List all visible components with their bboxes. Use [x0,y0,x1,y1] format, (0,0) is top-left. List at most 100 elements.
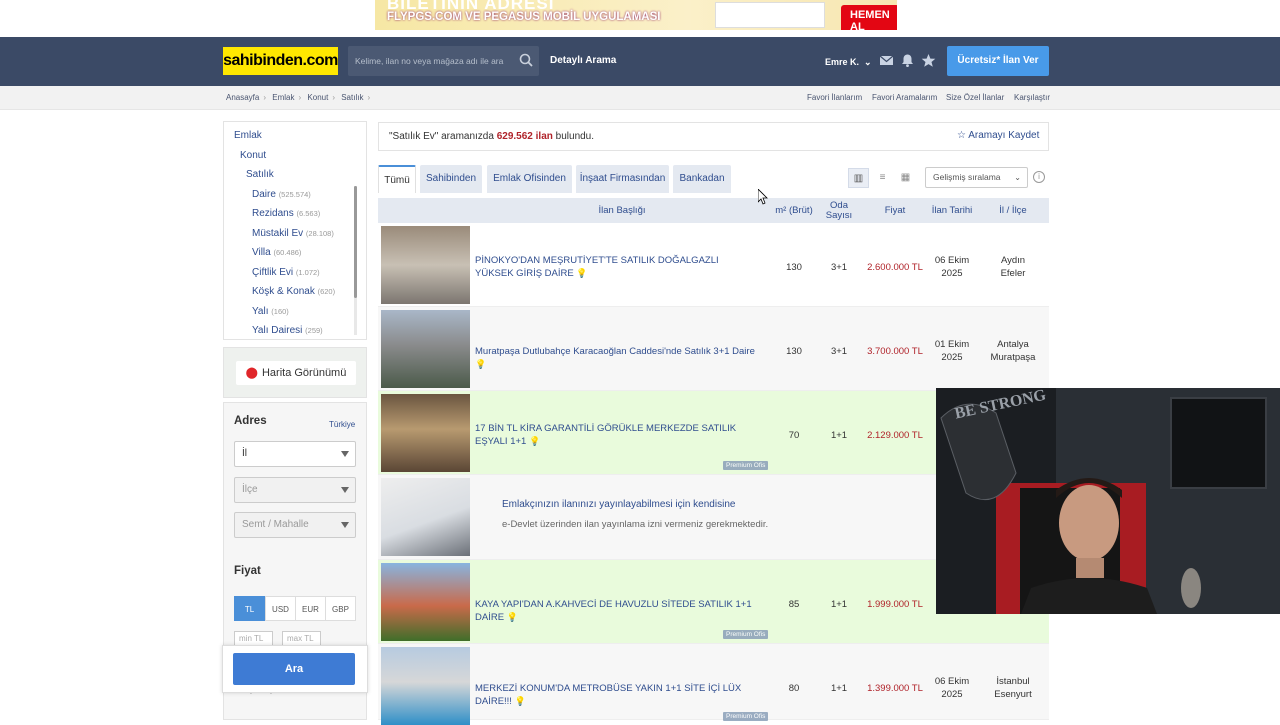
category-item[interactable]: Yalı (160) [252,306,289,317]
header-m2[interactable]: m² (Brüt) [774,198,814,223]
listing-photo[interactable] [381,394,470,472]
category-item[interactable]: Villa (60.486) [252,247,301,258]
special-listings-link[interactable]: Size Özel İlanlar [946,93,1004,102]
header-location[interactable]: İl / İlçe [978,198,1048,223]
listing-m2: 80 [788,683,800,694]
location-city: Aydın [1000,255,1026,266]
table-row[interactable]: MERKEZİ KONUM'DA METROBÜSE YAKIN 1+1 SİT… [378,644,1049,725]
dropdown-arrow-icon [341,522,349,528]
sort-select[interactable]: Gelişmiş sıralama ⌄ [925,167,1028,188]
ad-banner[interactable]: BİLETİNİN ADRESİ FLYPGS.COM VE PEGASUS M… [375,0,897,30]
listing-location: İstanbul Esenyurt [978,675,1048,701]
location-city: Antalya [997,339,1029,350]
tab-builder[interactable]: İnşaat Firmasından [576,165,669,193]
district-select[interactable]: İlçe [234,477,356,503]
listing-title[interactable]: 17 BİN TL KİRA GARANTİLİ GÖRÜKLE MERKEZD… [475,422,757,448]
category-item[interactable]: Köşk & Konak (620) [252,286,335,297]
tab-bank[interactable]: Bankadan [673,165,731,193]
breadcrumb-satilik[interactable]: Satılık [341,93,363,102]
listing-photo[interactable] [381,226,470,304]
tab-agency[interactable]: Emlak Ofisinden [487,165,572,193]
province-select[interactable]: İl [234,441,356,467]
compare-link[interactable]: Karşılaştır [1014,93,1050,102]
detailed-search-link[interactable]: Detaylı Arama [550,55,616,66]
grid-view-icon[interactable]: ▦ [895,168,916,188]
table-row[interactable]: Muratpaşa Dutlubahçe Karacaoğlan Caddesi… [378,307,1049,391]
favorite-searches-link[interactable]: Favori Aramalarım [872,93,937,102]
category-item[interactable]: Yalı Dairesi (259) [252,325,323,336]
listing-title[interactable]: KAYA YAPI'DAN A.KAHVECİ DE HAVUZLU SİTED… [475,598,757,624]
currency-tl[interactable]: TL [234,596,265,621]
listing-location: Aydın Efeler [978,254,1048,280]
banner-cta-button[interactable]: HEMEN AL [841,5,897,30]
header-price[interactable]: Fiyat [864,198,926,223]
mouse-cursor-icon [758,189,768,205]
save-search-button[interactable]: ☆ Aramayı Kaydet [957,130,1039,141]
listing-title[interactable]: Muratpaşa Dutlubahçe Karacaoğlan Caddesi… [475,345,757,371]
category-item[interactable]: Rezidans (6.563) [252,208,320,219]
currency-eur[interactable]: EUR [295,596,326,621]
listing-title[interactable]: PİNOKYO'DAN MEŞRUTİYET'TE SATILIK DOĞALG… [475,254,757,280]
currency-usd[interactable]: USD [265,596,296,621]
address-label: Adres [234,415,267,427]
premium-badge: Premium Ofis [723,461,769,470]
lightbulb-icon: 💡 [528,436,541,446]
tab-all[interactable]: Tümü [378,165,416,193]
info-icon[interactable]: i [1033,171,1045,183]
favorite-listings-link[interactable]: Favori İlanlarım [807,93,862,102]
post-ad-button[interactable]: Ücretsiz* İlan Ver [947,46,1049,76]
header-date[interactable]: İlan Tarihi [928,198,976,223]
table-row[interactable]: PİNOKYO'DAN MEŞRUTİYET'TE SATILIK DOĞALG… [378,223,1049,307]
map-pin-icon: ⬤ [245,367,258,379]
star-outline-icon: ☆ [957,130,969,141]
search-button[interactable]: Ara [233,653,355,685]
bell-icon[interactable] [900,53,915,68]
breadcrumb-emlak[interactable]: Emlak [272,93,294,102]
table-view-icon[interactable]: ▥ [848,168,869,188]
category-scrollbar[interactable] [354,186,357,335]
notice-title[interactable]: Emlakçınızın ilanınızı yayınlayabilmesi … [502,499,735,510]
breadcrumb-home[interactable]: Anasayfa [226,93,259,102]
listing-price: 1.999.000 TL [867,599,923,610]
country-link[interactable]: Türkiye [329,420,355,429]
tab-owner[interactable]: Sahibinden [420,165,482,193]
lightbulb-icon: 💡 [475,359,487,369]
location-district: Muratpaşa [990,352,1036,363]
neighborhood-select[interactable]: Semt / Mahalle [234,512,356,538]
site-logo[interactable]: sahibinden.com [223,47,338,75]
breadcrumb-konut[interactable]: Konut [307,93,328,102]
category-item[interactable]: Müstakil Ev (28.108) [252,228,334,239]
scrollbar-thumb[interactable] [354,186,357,298]
header-rooms[interactable]: Oda Sayısı [816,198,862,223]
category-count: (525.574) [278,190,311,199]
listing-photo[interactable] [381,310,470,388]
listing-title[interactable]: MERKEZİ KONUM'DA METROBÜSE YAKIN 1+1 SİT… [475,682,757,708]
save-search-label: Aramayı Kaydet [968,130,1040,141]
user-menu[interactable]: Emre K. ⌄ [825,57,872,68]
category-konut[interactable]: Konut [240,150,266,161]
notice-text: e-Devlet üzerinden ilan yayınlama izni v… [502,519,769,530]
map-view-button[interactable]: ⬤ Harita Görünümü [236,361,356,385]
category-count: (28.108) [305,229,334,238]
listing-photo[interactable] [381,647,470,725]
result-summary: "Satılık Ev" aramanızda 629.562 ilan bul… [378,122,1049,151]
category-count: (6.563) [296,209,321,218]
mail-icon[interactable] [879,53,894,68]
currency-gbp[interactable]: GBP [325,596,356,621]
category-item[interactable]: Çiftlik Evi (1.072) [252,267,320,278]
category-satilik[interactable]: Satılık [246,169,274,180]
date-day: 06 Ekim [934,676,970,687]
category-count: (620) [317,287,336,296]
district-value: İlçe [242,484,258,495]
search-icon[interactable] [519,53,533,67]
date-year: 2025 [941,352,963,363]
star-icon[interactable] [921,53,936,68]
category-emlak[interactable]: Emlak [234,130,262,141]
header-title[interactable]: İlan Başlığı [472,198,772,223]
list-view-icon[interactable]: ≡ [872,168,893,188]
listing-photo[interactable] [381,563,470,641]
category-count: (160) [271,307,289,316]
category-item[interactable]: Daire (525.574) [252,189,311,200]
search-input[interactable] [348,46,513,76]
lightbulb-icon: 💡 [514,696,526,706]
